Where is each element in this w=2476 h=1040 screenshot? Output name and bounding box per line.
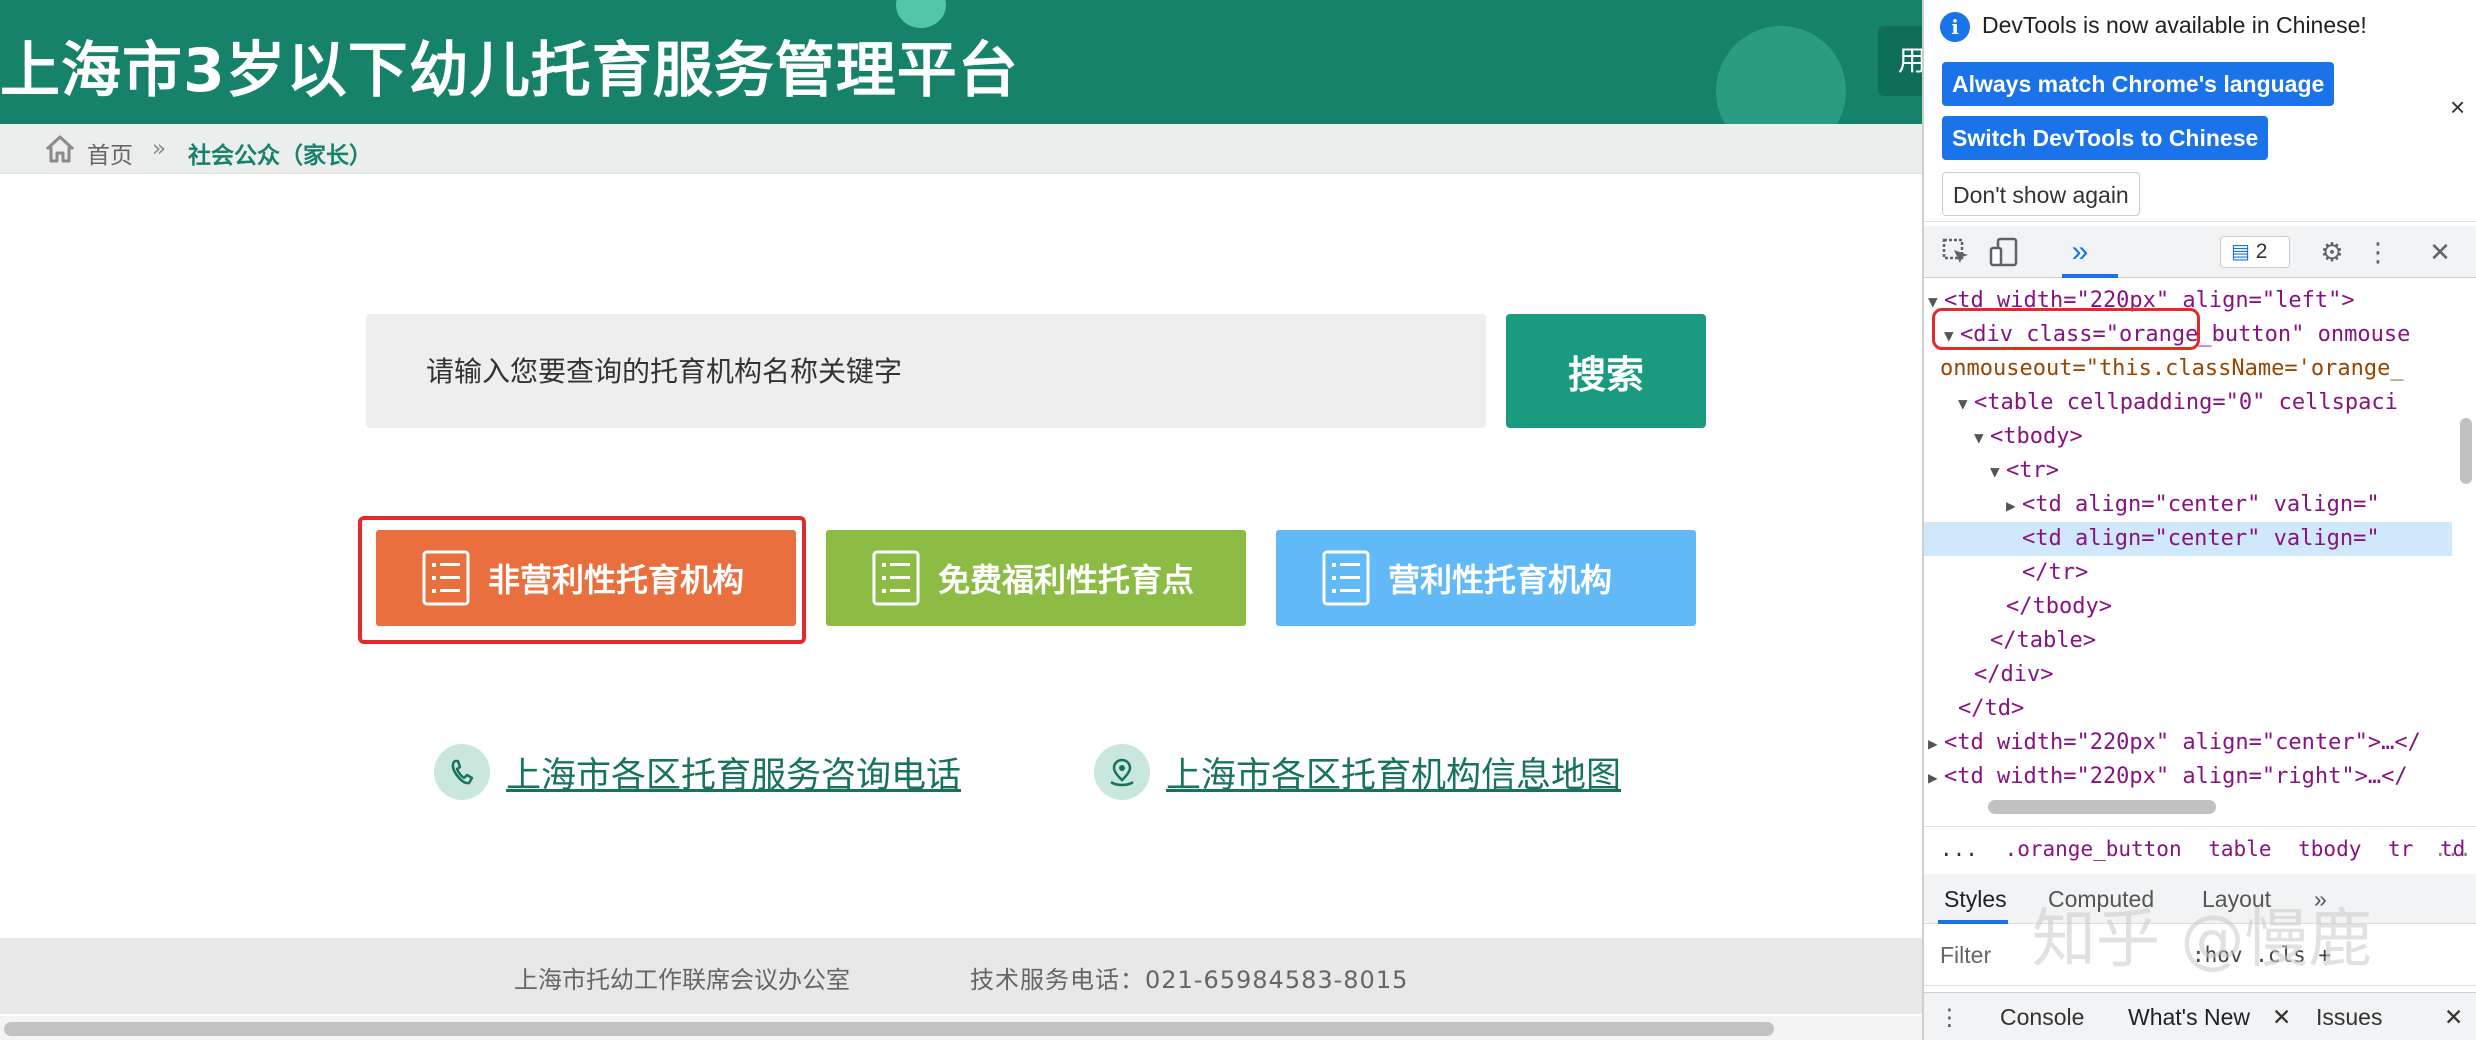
tab-styles[interactable]: Styles [1944, 874, 2007, 924]
breadcrumb-separator: » [152, 136, 167, 162]
more-tabs-icon[interactable]: » [2314, 874, 2327, 924]
gear-icon[interactable]: ⚙ [2316, 236, 2348, 268]
dom-node-selected[interactable]: <td align="center" valign=" [1924, 522, 2452, 556]
institution-map-link[interactable]: 上海市各区托育机构信息地图 [1094, 744, 1621, 800]
drawer-tab-issues[interactable]: Issues [2316, 993, 2382, 1040]
banner-message: DevTools is now available in Chinese! [1982, 12, 2367, 38]
crumbs-ellipsis-right[interactable]: ... [2434, 827, 2472, 871]
category-label: 非营利性托育机构 [488, 561, 745, 599]
forprofit-institution-button[interactable]: 营利性托育机构 [1276, 530, 1696, 626]
active-panel-indicator [2062, 274, 2118, 278]
map-pin-icon [1094, 744, 1150, 800]
site-footer: 上海市托幼工作联席会议办公室 技术服务电话：021-65984583-8015 [0, 938, 1922, 1014]
dom-node[interactable]: </tr> [1924, 556, 2088, 590]
devtools-drawer-bar: ⋮ Console What's New ✕ Issues ✕ [1924, 992, 2476, 1040]
kebab-menu-icon[interactable]: ⋮ [1938, 993, 1961, 1040]
tab-computed[interactable]: Computed [2048, 874, 2154, 924]
dom-node[interactable]: ▼ <td width="220px" align="left"> [1924, 284, 2355, 318]
switch-to-chinese-button[interactable]: Switch DevTools to Chinese [1942, 116, 2269, 160]
match-chrome-language-button[interactable]: Always match Chrome's language [1942, 62, 2335, 106]
close-icon[interactable]: ✕ [2424, 236, 2456, 268]
dont-show-again-button[interactable]: Don't show again [1942, 172, 2140, 216]
drawer-tab-whats-new[interactable]: What's New [2128, 993, 2250, 1040]
district-phone-link[interactable]: 上海市各区托育服务咨询电话 [434, 744, 961, 800]
crumb-item[interactable]: tbody [2298, 837, 2361, 861]
dom-node[interactable]: ▼ <div class="orange_button" onmouse [1924, 318, 2410, 352]
home-icon[interactable] [44, 134, 76, 164]
list-icon [872, 550, 920, 606]
elements-dom-tree[interactable]: ▼ <td width="220px" align="left"> ▼ <div c… [1924, 280, 2452, 810]
active-tab-indicator [1938, 920, 2008, 924]
dom-node-attr-continuation[interactable]: onmouseout="this.className='orange_ [1924, 352, 2404, 386]
dom-node[interactable]: ▶ <td align="center" valign=" [1924, 488, 2380, 522]
dom-node[interactable]: ▼ <tbody> [1924, 420, 2083, 454]
crumb-item[interactable]: table [2208, 837, 2271, 861]
free-welfare-point-button[interactable]: 免费福利性托育点 [826, 530, 1246, 626]
info-icon: i [1940, 12, 1970, 42]
breadcrumb-home-link[interactable]: 首页 [87, 136, 133, 170]
devtools-language-banner: i DevTools is now available in Chinese! … [1924, 0, 2476, 222]
list-icon [422, 550, 470, 606]
styles-tab-bar: Styles Computed Layout » [1924, 874, 2476, 924]
dom-node[interactable]: </table> [1924, 624, 2096, 658]
horizontal-scrollbar[interactable] [0, 1016, 1922, 1040]
dom-node[interactable]: ▼ <table cellpadding="0" cellspaci [1924, 386, 2398, 420]
horizontal-scrollbar-thumb[interactable] [4, 1022, 1774, 1036]
category-label: 免费福利性托育点 [938, 561, 1195, 599]
dom-node[interactable]: ▼ <tr> [1924, 454, 2059, 488]
dom-node[interactable]: </div> [1924, 658, 2053, 692]
search-button[interactable]: 搜索 [1506, 314, 1706, 428]
styles-filter-row: Filter :hov .cls + [1924, 926, 2476, 986]
dom-node[interactable]: </td> [1924, 692, 2024, 726]
institution-map-link-text[interactable]: 上海市各区托育机构信息地图 [1166, 747, 1621, 798]
phone-icon [434, 744, 490, 800]
search-input[interactable] [366, 314, 1486, 428]
devtools-toolbar: » ▤ 2 ⚙ ⋮ ✕ [1924, 226, 2476, 278]
category-label: 营利性托育机构 [1388, 561, 1613, 599]
styles-filter-input[interactable]: Filter [1940, 926, 1991, 984]
hov-cls-toggles[interactable]: :hov .cls + [2192, 926, 2331, 984]
dom-node[interactable]: ▶ <td width="220px" align="center">…</ [1924, 726, 2421, 760]
crumbs-ellipsis-left[interactable]: ... [1940, 837, 1978, 861]
district-phone-link-text[interactable]: 上海市各区托育服务咨询电话 [506, 747, 961, 798]
close-icon[interactable]: ✕ [2272, 993, 2291, 1040]
close-icon[interactable]: × [2450, 92, 2465, 123]
close-icon[interactable]: ✕ [2444, 993, 2463, 1040]
web-page: 上海市3岁以下幼儿托育服务管理平台 用 首页 » 社会公众（家长） 搜索 非营利… [0, 0, 1922, 1040]
crumb-item[interactable]: tr [2388, 837, 2413, 861]
breadcrumb-current: 社会公众（家长） [188, 143, 372, 169]
dom-node[interactable]: ▶ <td width="220px" align="right">…</ [1924, 760, 2408, 794]
footer-phone: 技术服务电话：021-65984583-8015 [970, 966, 1409, 994]
footer-office: 上海市托幼工作联席会议办公室 [514, 966, 850, 994]
dom-vertical-scrollbar[interactable] [2454, 280, 2476, 810]
user-button[interactable]: 用 [1878, 26, 1922, 96]
site-title: 上海市3岁以下幼儿托育服务管理平台 [0, 36, 1019, 106]
dom-vertical-scrollbar-thumb[interactable] [2460, 418, 2472, 484]
issues-count: 2 [2255, 240, 2268, 263]
breadcrumb: 首页 » 社会公众（家长） [0, 124, 1922, 174]
list-icon [1322, 550, 1370, 606]
site-header: 上海市3岁以下幼儿托育服务管理平台 用 [0, 0, 1922, 124]
tab-layout[interactable]: Layout [2202, 874, 2271, 924]
dom-node[interactable]: </tbody> [1924, 590, 2112, 624]
drawer-tab-console[interactable]: Console [2000, 993, 2084, 1040]
issues-counter-button[interactable]: ▤ 2 [2220, 236, 2290, 268]
message-icon: ▤ [2231, 241, 2250, 263]
more-panels-icon[interactable]: » [2064, 236, 2096, 268]
dom-horizontal-scrollbar-thumb[interactable] [1988, 800, 2216, 814]
element-breadcrumbs: ... .orange_button table tbody tr td ... [1924, 826, 2476, 872]
devtools-panel: i DevTools is now available in Chinese! … [1922, 0, 2476, 1040]
decorative-circle [1716, 26, 1846, 124]
nonprofit-institution-button[interactable]: 非营利性托育机构 [376, 530, 796, 626]
device-toolbar-icon[interactable] [1988, 236, 2020, 268]
crumb-item[interactable]: .orange_button [2005, 837, 2182, 861]
kebab-menu-icon[interactable]: ⋮ [2362, 236, 2394, 268]
inspect-element-icon[interactable] [1940, 236, 1972, 268]
